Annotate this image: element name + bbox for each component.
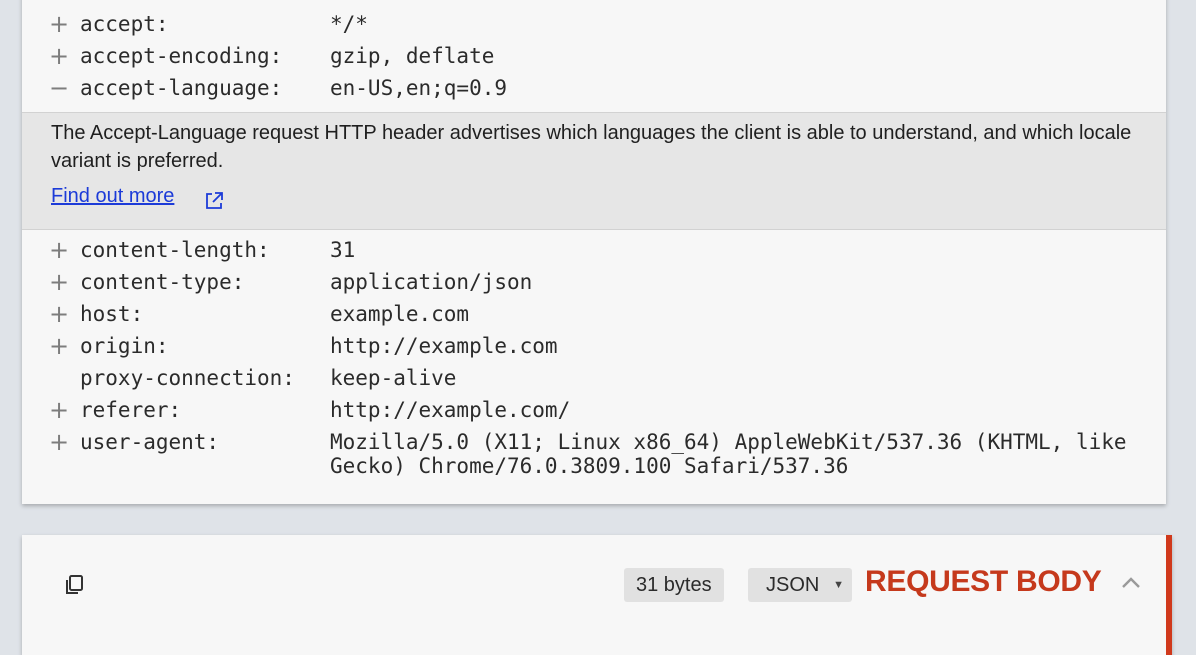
body-size-badge: 31 bytes <box>624 568 724 602</box>
section-title: REQUEST BODY <box>865 565 1102 598</box>
body-format-select[interactable]: JSON ▼ <box>748 568 852 602</box>
header-value: 31 <box>330 238 356 262</box>
header-name: referer: <box>80 398 182 422</box>
chevron-up-icon[interactable] <box>1120 575 1142 591</box>
expand-icon[interactable]: + <box>48 234 70 266</box>
header-row[interactable]: − accept-language: en-US,en;q=0.9 <box>22 72 1166 104</box>
header-row[interactable]: + content-type: application/json <box>22 266 1166 298</box>
header-name: content-length: <box>80 238 270 262</box>
header-name: user-agent: <box>80 430 220 454</box>
header-row[interactable]: + content-length: 31 <box>22 234 1166 266</box>
header-description: The Accept-Language request HTTP header … <box>51 122 1132 172</box>
header-row[interactable]: + origin: http://example.com <box>22 330 1166 362</box>
header-value: application/json <box>330 270 533 294</box>
expand-icon[interactable]: + <box>48 426 70 458</box>
expand-icon[interactable]: + <box>48 266 70 298</box>
header-value: http://example.com <box>330 334 558 358</box>
header-row[interactable]: + host: example.com <box>22 298 1166 330</box>
header-name: host: <box>80 302 144 326</box>
header-value: */* <box>330 12 368 36</box>
expand-icon[interactable]: + <box>48 40 70 72</box>
header-value: gzip, deflate <box>330 44 495 68</box>
header-name: origin: <box>80 334 169 358</box>
expand-icon[interactable]: + <box>48 330 70 362</box>
header-name: accept: <box>80 12 169 36</box>
header-value: en-US,en;q=0.9 <box>330 76 508 100</box>
header-name: accept-language: <box>80 76 283 100</box>
find-out-more-link[interactable]: Find out more <box>51 185 174 208</box>
collapse-row-icon[interactable]: − <box>48 72 70 104</box>
header-value: keep-alive <box>330 366 457 390</box>
header-row[interactable]: + referer: http://example.com/ <box>22 394 1166 426</box>
expand-icon[interactable]: + <box>48 394 70 426</box>
header-row[interactable]: + accept-encoding: gzip, deflate <box>22 40 1166 72</box>
expand-icon[interactable]: + <box>48 8 70 40</box>
header-documentation-panel: The Accept-Language request HTTP header … <box>22 112 1166 230</box>
request-headers-card: + accept: */* + accept-encoding: gzip, d… <box>22 0 1166 504</box>
dropdown-caret-icon: ▼ <box>833 579 844 591</box>
header-row[interactable]: + user-agent: Mozilla/5.0 (X11; Linux x8… <box>22 426 1166 482</box>
external-link-icon[interactable] <box>202 189 226 213</box>
header-name: content-type: <box>80 270 245 294</box>
expand-icon[interactable]: + <box>48 298 70 330</box>
copy-icon[interactable] <box>62 573 86 597</box>
header-row: proxy-connection: keep-alive <box>22 362 1166 394</box>
header-value: Mozilla/5.0 (X11; Linux x86_64) AppleWeb… <box>330 430 1140 478</box>
header-value: example.com <box>330 302 470 326</box>
body-format-value: JSON <box>766 574 820 596</box>
header-row[interactable]: + accept: */* <box>22 8 1166 40</box>
header-name: proxy-connection: <box>80 366 295 390</box>
header-name: accept-encoding: <box>80 44 283 68</box>
header-value: http://example.com/ <box>330 398 571 422</box>
request-body-card: 31 bytes JSON ▼ REQUEST BODY <box>22 535 1172 655</box>
